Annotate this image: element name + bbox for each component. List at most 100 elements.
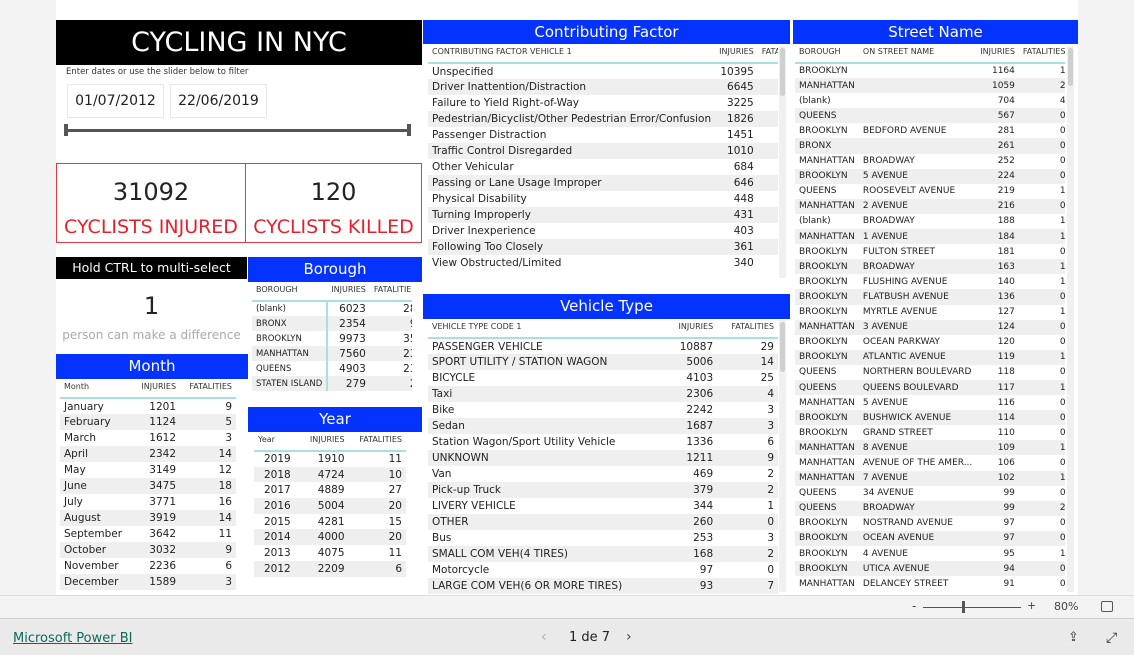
table-row[interactable]: BROOKLYN 4 AVENUE 95 1 — [795, 546, 1065, 561]
table-row[interactable]: Traffic Control Disregarded10105 — [428, 143, 778, 159]
table-row[interactable]: Van 469 2 — [428, 466, 778, 482]
table-row[interactable]: BICYCLE 4103 25 — [428, 370, 778, 386]
table-row[interactable]: Sedan 1687 3 — [428, 418, 778, 434]
table-row[interactable]: March 1612 3 — [60, 430, 236, 446]
zoom-slider[interactable] — [923, 607, 1021, 608]
zoom-out-button[interactable]: - — [912, 599, 916, 613]
table-row[interactable]: BROOKLYN OCEAN PARKWAY 120 0 — [795, 335, 1065, 350]
start-date-input[interactable]: 01/07/2012 — [67, 84, 164, 118]
table-row[interactable]: July 3771 16 — [60, 494, 236, 510]
table-row[interactable]: BROOKLYN 5 AVENUE 224 0 — [795, 168, 1065, 184]
table-row[interactable]: LIVERY VEHICLE 344 1 — [428, 498, 778, 514]
table-row[interactable]: BROOKLYN BEDFORD AVENUE 281 0 — [795, 123, 1065, 138]
share-icon[interactable]: ⇪ — [1068, 630, 1079, 645]
table-row[interactable]: View Obstructed/Limited 340 0 — [428, 255, 778, 271]
table-row[interactable]: MANHATTAN 1 AVENUE 184 1 — [795, 229, 1065, 245]
table-row[interactable]: BROOKLYN MYRTLE AVENUE 127 1 — [795, 305, 1065, 320]
table-row[interactable]: February 1124 5 — [60, 414, 236, 430]
table-row[interactable]: 2016 5004 20 — [254, 498, 406, 514]
factor-scrollbar-thumb[interactable] — [780, 48, 785, 96]
column-header-fatalities[interactable]: FATALITIES — [1018, 44, 1065, 64]
table-row[interactable]: STATEN ISLAND2792 — [252, 376, 412, 391]
table-row[interactable]: Pick-up Truck 379 2 — [428, 482, 778, 498]
column-header-year[interactable]: Year — [254, 432, 301, 452]
table-row[interactable]: Bike 2242 3 — [428, 402, 778, 418]
table-row[interactable]: MANHATTAN AVENUE OF THE AMER... 106 0 — [795, 455, 1065, 470]
column-header-injuries[interactable]: INJURIES — [300, 432, 349, 452]
fullscreen-icon[interactable]: ⤢ — [1106, 630, 1117, 646]
table-row[interactable]: (blank) BROADWAY 188 1 — [795, 214, 1065, 229]
date-slider-end-handle[interactable] — [407, 124, 411, 136]
column-header-vehicle-type-code-1[interactable]: VEHICLE TYPE CODE 1 — [428, 319, 666, 339]
power-bi-link[interactable]: Microsoft Power BI — [13, 631, 132, 646]
column-header-fatalities[interactable]: FATALITIES — [348, 432, 406, 452]
street-scrollbar-track[interactable] — [1067, 46, 1074, 592]
table-row[interactable]: MANHATTAN DELANCEY STREET 91 0 — [795, 576, 1065, 591]
table-row[interactable]: MANHATTAN 3 AVENUE 124 0 — [795, 319, 1065, 335]
table-row[interactable]: MANHATTAN 5 AVENUE 116 0 — [795, 395, 1065, 410]
fit-to-page-icon[interactable] — [1101, 601, 1113, 612]
table-row[interactable]: MANHATTAN756023 — [252, 346, 412, 361]
table-row[interactable]: 2014 4000 20 — [254, 529, 406, 546]
column-header-injuries[interactable]: INJURIES — [976, 44, 1019, 64]
table-row[interactable]: Physical Disability 448 4 — [428, 191, 778, 207]
table-row[interactable]: 2013 4075 11 — [254, 545, 406, 561]
table-row[interactable]: Motorcycle 97 0 — [428, 562, 778, 578]
zoom-in-button[interactable]: + — [1027, 599, 1036, 612]
column-header-month[interactable]: Month — [60, 379, 133, 399]
column-header-injuries[interactable]: INJURIES — [132, 379, 181, 399]
date-slider-track[interactable] — [64, 129, 411, 132]
column-header-fatalities[interactable]: FATALITIES — [369, 282, 412, 302]
table-row[interactable]: BROOKLYN ATLANTIC AVENUE 119 1 — [795, 349, 1065, 365]
table-row[interactable]: May 3149 12 — [60, 462, 236, 478]
table-row[interactable]: 2017 4889 27 — [254, 482, 406, 498]
table-row[interactable]: BROOKLYN BUSHWICK AVENUE 114 0 — [795, 410, 1065, 426]
table-row[interactable]: April 2342 14 — [60, 446, 236, 462]
table-row[interactable]: MANHATTAN 8 AVENUE 109 1 — [795, 440, 1065, 456]
vehicle-scrollbar-thumb[interactable] — [780, 322, 785, 372]
table-row[interactable]: Following Too Closely3611 — [428, 239, 778, 255]
table-row[interactable]: BROOKLYN FLUSHING AVENUE 140 1 — [795, 274, 1065, 289]
previous-page-icon[interactable]: ‹ — [541, 629, 547, 645]
table-row[interactable]: October 3032 9 — [60, 542, 236, 558]
table-row[interactable]: 2019 1910 11 — [254, 451, 406, 467]
table-row[interactable]: Passing or Lane Usage Improper6461 — [428, 175, 778, 191]
date-slider-start-handle[interactable] — [64, 124, 68, 136]
table-row[interactable]: December 1589 3 — [60, 574, 236, 590]
table-row[interactable]: Taxi 2306 4 — [428, 386, 778, 402]
table-row[interactable]: QUEENS BROADWAY 99 2 — [795, 500, 1065, 516]
table-row[interactable]: PASSENGER VEHICLE 10887 29 — [428, 338, 778, 354]
table-row[interactable]: Driver Inexperience 403 1 — [428, 223, 778, 239]
table-row[interactable]: QUEENS 34 AVENUE 99 0 — [795, 486, 1065, 501]
table-row[interactable]: Station Wagon/Sport Utility Vehicle 1336 6 — [428, 434, 778, 450]
table-row[interactable]: Unspecified 10395 34 — [428, 63, 778, 79]
table-row[interactable]: MANHATTAN 7 AVENUE 102 1 — [795, 470, 1065, 486]
table-row[interactable]: 2015 4281 15 — [254, 514, 406, 530]
table-row[interactable]: Passenger Distraction 1451 8 — [428, 127, 778, 143]
table-row[interactable]: LARGE COM VEH(6 OR MORE TIRES) 93 7 — [428, 578, 778, 594]
table-row[interactable]: QUEENS 4903 23 — [252, 361, 412, 376]
table-row[interactable]: BROOKLYN GRAND STREET 110 0 — [795, 425, 1065, 440]
table-row[interactable]: Driver Inattention/Distraction664521 — [428, 79, 778, 95]
table-row[interactable]: August 3919 14 — [60, 510, 236, 526]
table-row[interactable]: BROOKLYN FULTON STREET 181 0 — [795, 244, 1065, 259]
column-header-on-street-name[interactable]: ON STREET NAME — [858, 44, 977, 64]
table-row[interactable]: BROOKLYN OCEAN AVENUE 97 0 — [795, 530, 1065, 546]
column-header-borough[interactable]: BOROUGH — [795, 44, 859, 64]
table-row[interactable]: QUEENS 567 0 — [795, 108, 1065, 124]
column-header-fatalities[interactable]: FATALITIES — [717, 319, 778, 339]
table-row[interactable]: 2018 4724 10 — [254, 466, 406, 483]
column-header-injuries[interactable]: INJURIES — [715, 44, 758, 64]
table-row[interactable]: (blank) 6023 28 — [252, 301, 412, 316]
table-row[interactable]: BROOKLYN 9973 35 — [252, 331, 412, 346]
column-header-injuries[interactable]: INJURIES — [666, 319, 718, 339]
table-row[interactable]: QUEENS NORTHERN BOULEVARD 118 0 — [795, 365, 1065, 380]
table-row[interactable]: BRONX 261 0 — [795, 138, 1065, 154]
table-row[interactable]: September 3642 11 — [60, 526, 236, 542]
next-page-icon[interactable]: › — [626, 629, 632, 645]
table-row[interactable]: SPORT UTILITY / STATION WAGON 5006 14 — [428, 354, 778, 370]
column-header-fatalities[interactable]: FATALITIES — [180, 379, 236, 399]
table-row[interactable]: QUEENS QUEENS BOULEVARD 117 1 — [795, 379, 1065, 396]
column-header-contributing-factor-vehicle-1[interactable]: CONTRIBUTING FACTOR VEHICLE 1 — [428, 44, 716, 64]
table-row[interactable]: QUEENS ROOSEVELT AVENUE 219 1 — [795, 184, 1065, 199]
